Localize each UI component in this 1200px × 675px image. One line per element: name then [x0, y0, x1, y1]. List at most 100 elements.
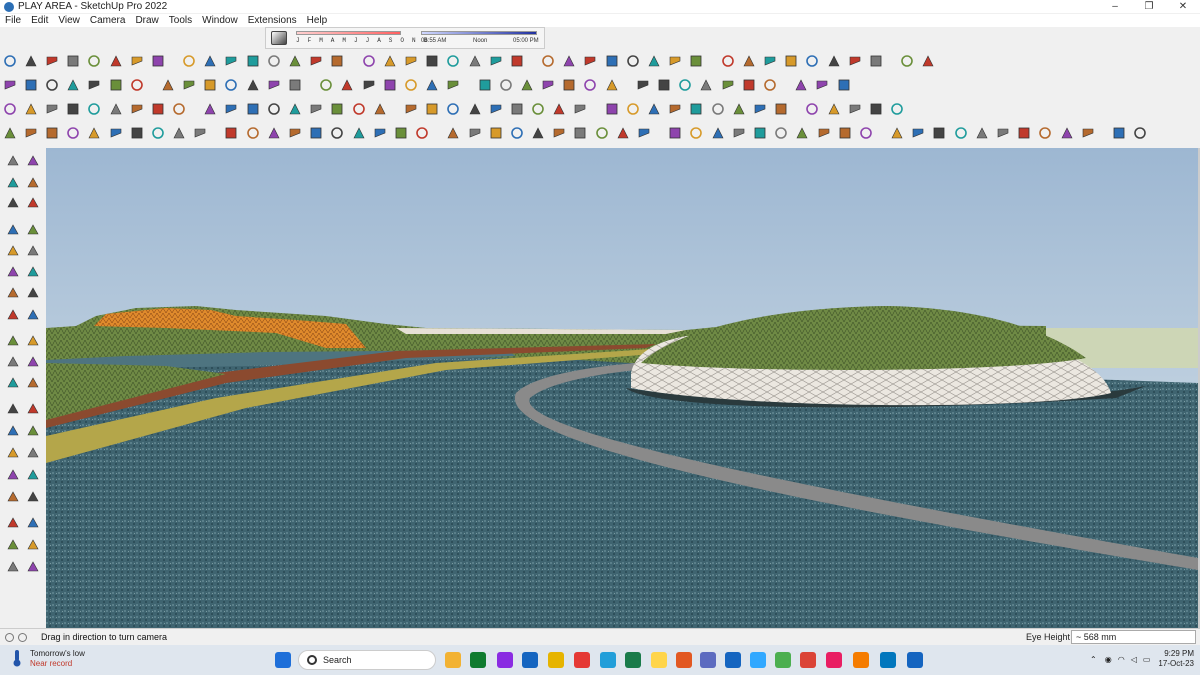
toolbar-tool-icon[interactable]: [605, 78, 621, 94]
toolbar-tool-icon[interactable]: [552, 126, 568, 142]
left-tool-icon[interactable]: [6, 196, 22, 212]
toolbar-tool-icon[interactable]: [130, 102, 146, 118]
toolbar-tool-icon[interactable]: [87, 102, 103, 118]
taskbar-app-icon[interactable]: [676, 652, 692, 668]
left-tool-icon[interactable]: [26, 516, 42, 532]
taskbar-app-icon[interactable]: [853, 652, 869, 668]
left-tool-icon[interactable]: [26, 308, 42, 324]
toolbar-tool-icon[interactable]: [541, 78, 557, 94]
toolbar-tool-icon[interactable]: [330, 126, 346, 142]
toolbar-tool-icon[interactable]: [932, 126, 948, 142]
toolbar-tool-icon[interactable]: [446, 102, 462, 118]
toolbar-tool-icon[interactable]: [1133, 126, 1149, 142]
left-tool-icon[interactable]: [6, 446, 22, 462]
toolbar-tool-icon[interactable]: [763, 54, 779, 70]
taskbar-app-icon[interactable]: [470, 652, 486, 668]
left-tool-icon[interactable]: [26, 446, 42, 462]
toolbar-tool-icon[interactable]: [573, 126, 589, 142]
taskbar-app-icon[interactable]: [907, 652, 923, 668]
toolbar-tool-icon[interactable]: [172, 102, 188, 118]
toolbar-tool-icon[interactable]: [595, 126, 611, 142]
left-tool-icon[interactable]: [6, 244, 22, 260]
toolbar-tool-icon[interactable]: [911, 126, 927, 142]
left-tool-icon[interactable]: [6, 560, 22, 576]
toolbar-tool-icon[interactable]: [45, 54, 61, 70]
close-button[interactable]: ✕: [1166, 0, 1200, 13]
toolbar-tool-icon[interactable]: [415, 126, 431, 142]
toolbar-tool-icon[interactable]: [66, 126, 82, 142]
toolbar-tool-icon[interactable]: [130, 126, 146, 142]
toolbar-tool-icon[interactable]: [562, 54, 578, 70]
toolbar-tool-icon[interactable]: [24, 102, 40, 118]
left-tool-icon[interactable]: [26, 376, 42, 392]
toolbar-tool-icon[interactable]: [699, 78, 715, 94]
toolbar-tool-icon[interactable]: [246, 54, 262, 70]
toolbar-tool-icon[interactable]: [24, 126, 40, 142]
toolbar-tool-icon[interactable]: [794, 78, 810, 94]
toolbar-tool-icon[interactable]: [626, 54, 642, 70]
toolbar-tool-icon[interactable]: [404, 54, 420, 70]
left-tool-icon[interactable]: [6, 265, 22, 281]
toolbar-tool-icon[interactable]: [531, 126, 547, 142]
shadows-toggle-icon[interactable]: [271, 31, 287, 45]
toolbar-tool-icon[interactable]: [689, 54, 705, 70]
menu-tools[interactable]: Tools: [164, 14, 197, 27]
left-tool-icon[interactable]: [26, 334, 42, 350]
toolbar-tool-icon[interactable]: [109, 78, 125, 94]
toolbar-tool-icon[interactable]: [668, 126, 684, 142]
taskbar-app-icon[interactable]: [600, 652, 616, 668]
toolbar-tool-icon[interactable]: [130, 54, 146, 70]
toolbar-tool-icon[interactable]: [583, 78, 599, 94]
toolbar-tool-icon[interactable]: [340, 78, 356, 94]
toolbar-tool-icon[interactable]: [3, 54, 19, 70]
user-icon[interactable]: [18, 632, 27, 642]
toolbar-tool-icon[interactable]: [446, 54, 462, 70]
toolbar-tool-icon[interactable]: [45, 102, 61, 118]
toolbar-tool-icon[interactable]: [996, 126, 1012, 142]
left-tool-icon[interactable]: [26, 468, 42, 484]
toolbar-tool-icon[interactable]: [784, 54, 800, 70]
toolbar-tool-icon[interactable]: [288, 126, 304, 142]
taskbar-app-icon[interactable]: [826, 652, 842, 668]
toolbar-tool-icon[interactable]: [838, 126, 854, 142]
toolbar-tool-icon[interactable]: [848, 102, 864, 118]
left-tool-icon[interactable]: [6, 308, 22, 324]
toolbar-tool-icon[interactable]: [66, 78, 82, 94]
left-tool-icon[interactable]: [26, 538, 42, 554]
toolbar-tool-icon[interactable]: [795, 126, 811, 142]
left-tool-icon[interactable]: [6, 334, 22, 350]
left-tool-icon[interactable]: [6, 286, 22, 302]
toolbar-tool-icon[interactable]: [182, 78, 198, 94]
toolbar-tool-icon[interactable]: [1112, 126, 1128, 142]
toolbar-tool-icon[interactable]: [267, 126, 283, 142]
toolbar-tool-icon[interactable]: [446, 78, 462, 94]
toolbar-tool-icon[interactable]: [837, 78, 853, 94]
toolbar-tool-icon[interactable]: [87, 126, 103, 142]
toolbar-tool-icon[interactable]: [520, 78, 536, 94]
toolbar-tool-icon[interactable]: [24, 78, 40, 94]
toolbar-tool-icon[interactable]: [890, 102, 906, 118]
taskbar-app-icon[interactable]: [497, 652, 513, 668]
left-tool-icon[interactable]: [26, 223, 42, 239]
toolbar-tool-icon[interactable]: [636, 78, 652, 94]
toolbar-tool-icon[interactable]: [203, 78, 219, 94]
toolbar-tool-icon[interactable]: [109, 54, 125, 70]
toolbar-tool-icon[interactable]: [573, 102, 589, 118]
taskbar-app-icon[interactable]: [445, 652, 461, 668]
menu-file[interactable]: File: [0, 14, 26, 27]
toolbar-tool-icon[interactable]: [637, 126, 653, 142]
menu-extensions[interactable]: Extensions: [243, 14, 302, 27]
taskbar-app-icon[interactable]: [750, 652, 766, 668]
left-tool-icon[interactable]: [6, 424, 22, 440]
toolbar-tool-icon[interactable]: [668, 54, 684, 70]
month-slider[interactable]: [296, 31, 401, 35]
taskbar-app-icon[interactable]: [700, 652, 716, 668]
toolbar-tool-icon[interactable]: [1038, 126, 1054, 142]
toolbar-tool-icon[interactable]: [510, 102, 526, 118]
measurements-input[interactable]: ~ 568 mm: [1071, 630, 1196, 644]
toolbar-tool-icon[interactable]: [468, 102, 484, 118]
toolbar-tool-icon[interactable]: [362, 78, 378, 94]
toolbar-tool-icon[interactable]: [827, 102, 843, 118]
left-tool-icon[interactable]: [6, 468, 22, 484]
weather-widget[interactable]: Tomorrow's low Near record: [10, 649, 85, 669]
